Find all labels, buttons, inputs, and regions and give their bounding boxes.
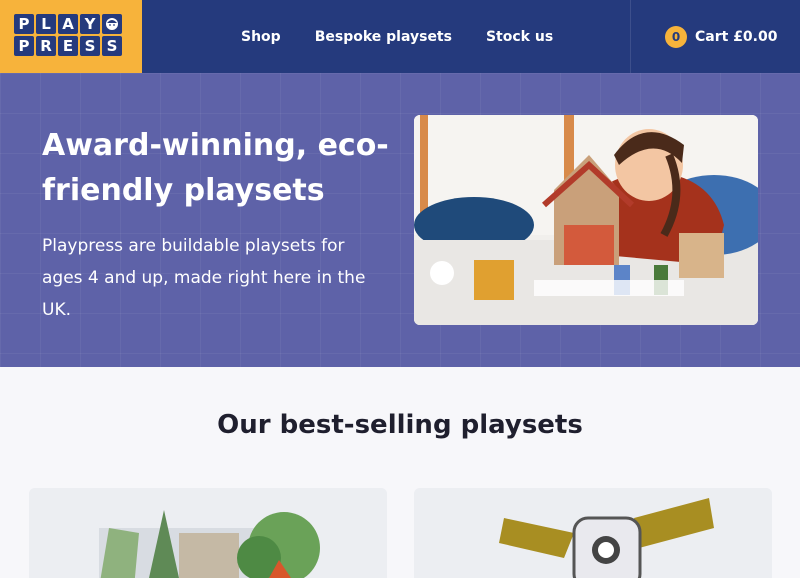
site-header: P L A Y P R E S S Shop Bespoke playsets … bbox=[0, 0, 800, 73]
cart-button[interactable]: 0 Cart £0.00 bbox=[630, 0, 800, 73]
child-playing-photo bbox=[414, 115, 758, 325]
logo-row-press: P R E S S bbox=[14, 36, 142, 56]
nav-shop[interactable]: Shop bbox=[241, 29, 281, 45]
nav-bespoke-playsets[interactable]: Bespoke playsets bbox=[315, 29, 452, 45]
logo-letter: Y bbox=[80, 14, 100, 34]
cart-label: Cart £0.00 bbox=[695, 28, 778, 45]
forest-playset-photo[interactable] bbox=[29, 488, 387, 578]
hero-section: Award-winning, eco-friendly playsets Pla… bbox=[0, 73, 800, 367]
logo-letter: S bbox=[80, 36, 100, 56]
cart-count-badge: 0 bbox=[665, 25, 687, 48]
logo-letter: E bbox=[58, 36, 78, 56]
logo-letter: P bbox=[14, 36, 34, 56]
logo-face-icon bbox=[102, 14, 122, 34]
logo-letter: R bbox=[36, 36, 56, 56]
hero-title: Award-winning, eco-friendly playsets bbox=[42, 128, 389, 208]
logo-letter: P bbox=[14, 14, 34, 34]
logo-letter: A bbox=[58, 14, 78, 34]
logo-letter: S bbox=[102, 36, 122, 56]
nav-stock-us[interactable]: Stock us bbox=[486, 29, 553, 45]
logo-row-play: P L A Y bbox=[14, 14, 142, 34]
main-nav: Shop Bespoke playsets Stock us bbox=[224, 0, 570, 73]
logo-letter: L bbox=[36, 14, 56, 34]
space-satellite-playset-photo[interactable] bbox=[414, 488, 772, 578]
playpress-logo[interactable]: P L A Y P R E S S bbox=[0, 0, 142, 73]
hero-description: Playpress are buildable playsets for age… bbox=[42, 236, 366, 320]
bestsellers-title: Our best-selling playsets bbox=[217, 410, 583, 440]
